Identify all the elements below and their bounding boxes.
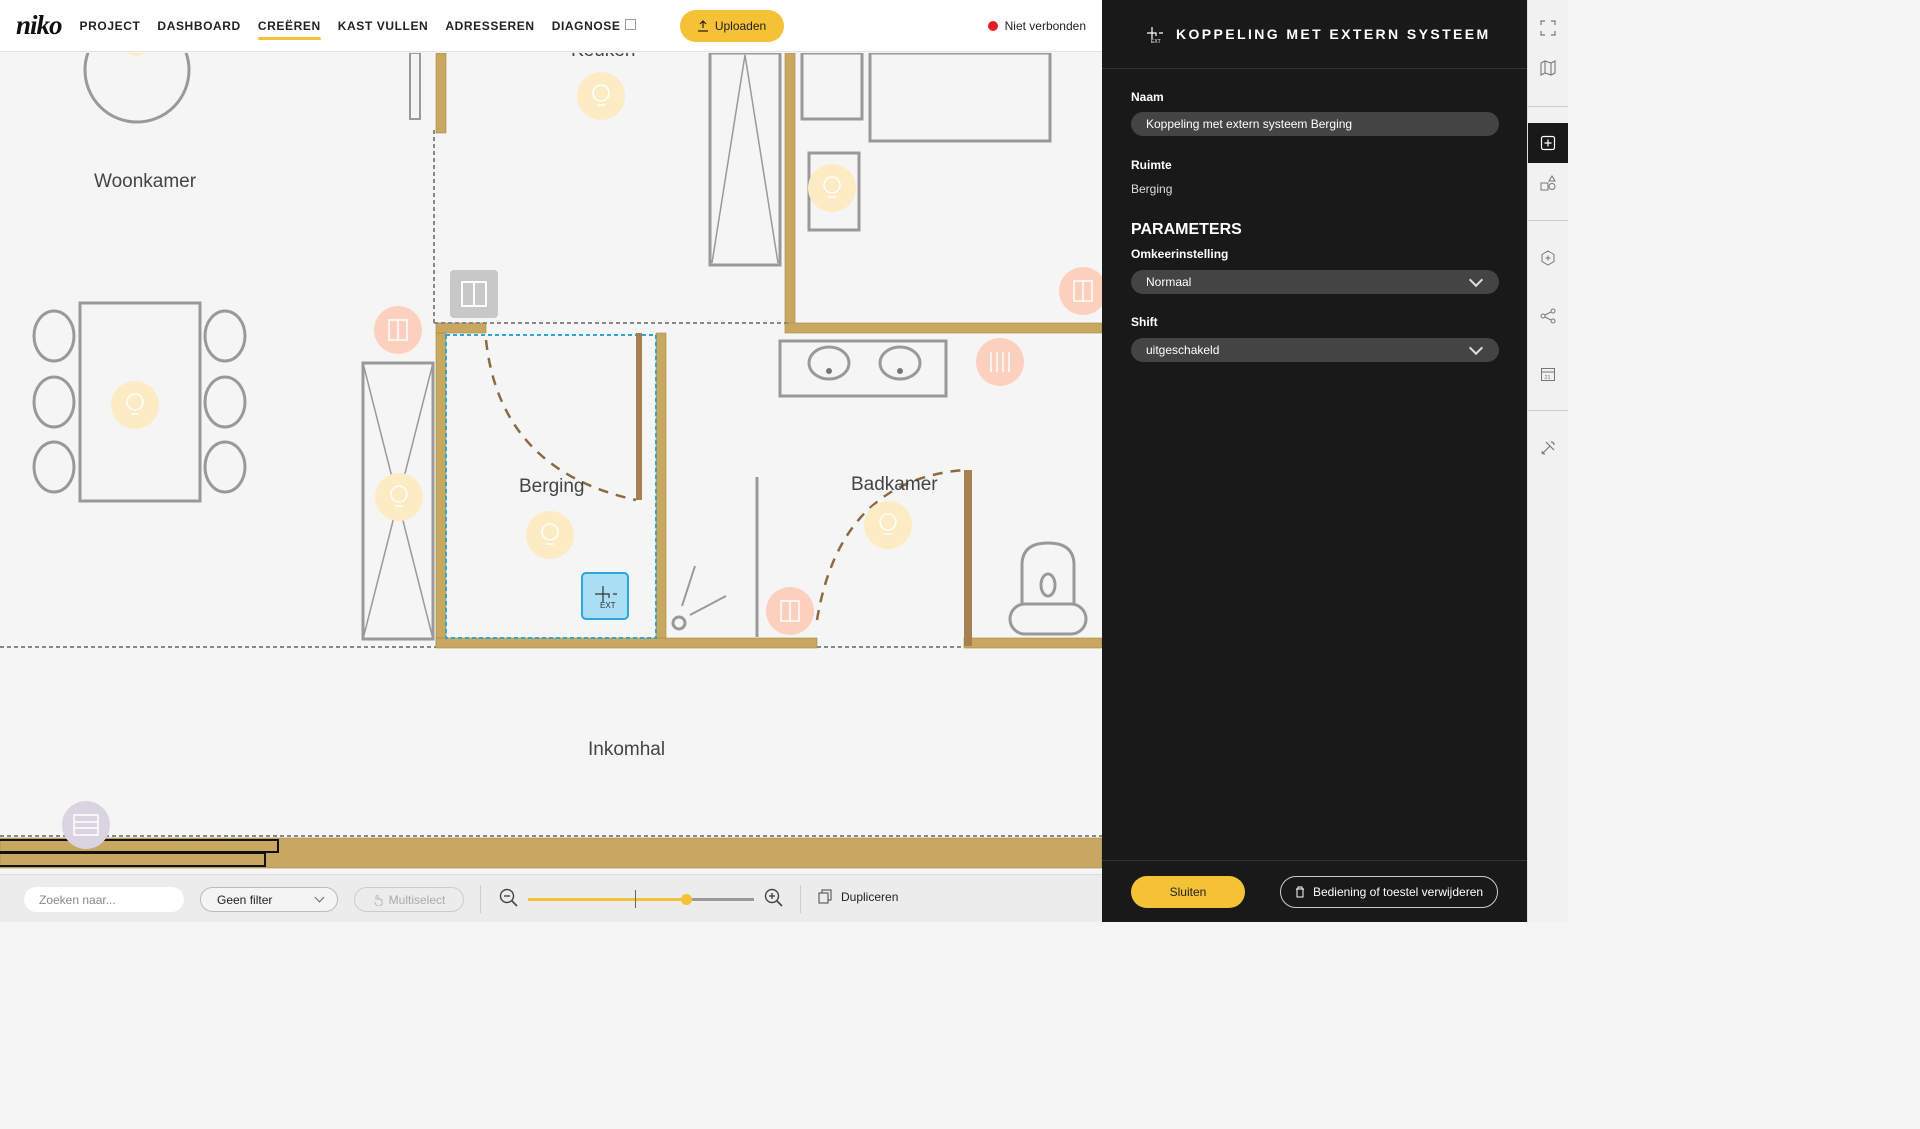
shapes-icon xyxy=(1540,175,1556,191)
shift-select[interactable]: uitgeschakeld xyxy=(1131,338,1499,362)
filter-dropdown[interactable]: Geen filter xyxy=(200,887,338,912)
room-label-woonkamer: Woonkamer xyxy=(94,171,197,192)
hand-pointer-icon xyxy=(374,894,383,906)
external-link-icon xyxy=(624,19,636,30)
room-label-berging: Berging xyxy=(519,476,585,497)
nav-project[interactable]: PROJECT xyxy=(80,0,141,52)
delete-device-button[interactable]: Bediening of toestel verwijderen xyxy=(1280,876,1498,908)
zoom-default-mark xyxy=(635,890,636,908)
panel-footer: Sluiten Bediening of toestel verwijderen xyxy=(1102,860,1527,923)
zoom-slider-fill xyxy=(528,898,687,901)
reverse-setting-label: Omkeerinstelling xyxy=(1131,247,1229,261)
reverse-setting-select[interactable]: Normaal xyxy=(1131,270,1499,294)
zoom-out-icon[interactable] xyxy=(499,888,519,908)
chevron-down-icon xyxy=(1468,340,1484,356)
expand-button[interactable] xyxy=(1528,8,1568,48)
panel-title: KOPPELING MET EXTERN SYSTEEM xyxy=(1176,26,1491,42)
room-value: Berging xyxy=(1131,182,1173,196)
nav-creeren[interactable]: CREËREN xyxy=(257,0,321,52)
map-icon xyxy=(1540,60,1556,76)
name-label: Naam xyxy=(1131,90,1164,104)
status-dot xyxy=(987,21,998,31)
zoom-in-icon[interactable] xyxy=(764,888,784,908)
divider xyxy=(800,885,801,913)
external-system-icon: EXT xyxy=(1147,27,1163,44)
shift-label: Shift xyxy=(1131,315,1158,329)
room-label-inkomhal: Inkomhal xyxy=(588,739,666,760)
shapes-button[interactable] xyxy=(1528,163,1568,203)
upload-icon xyxy=(697,19,708,32)
share-nodes-button[interactable] xyxy=(1528,296,1568,336)
calendar-button[interactable]: 21 xyxy=(1528,354,1568,394)
room-label: Ruimte xyxy=(1131,158,1172,172)
rail-divider xyxy=(1528,410,1568,411)
rail-divider xyxy=(1528,220,1568,221)
upload-button[interactable]: Uploaden xyxy=(679,9,784,42)
niko-logo: niko xyxy=(16,10,63,40)
nav-kast-vullen[interactable]: KAST VULLEN xyxy=(338,0,429,52)
room-label-keuken: Keuken xyxy=(571,53,635,62)
rail-divider xyxy=(1528,106,1568,107)
chevron-down-icon xyxy=(1468,272,1484,288)
share-nodes-icon xyxy=(1540,308,1556,324)
close-button[interactable]: Sluiten xyxy=(1131,876,1245,908)
svg-text:21: 21 xyxy=(1545,375,1551,381)
zoom-slider-thumb[interactable] xyxy=(681,894,693,905)
nav-adresseren[interactable]: ADRESSEREN xyxy=(445,0,534,52)
properties-panel: EXT KOPPELING MET EXTERN SYSTEEM Naam Ko… xyxy=(1102,0,1527,922)
side-rail: 21 xyxy=(1527,0,1568,922)
room-label-badkamer: Badkamer xyxy=(851,474,938,495)
external-system-icon xyxy=(595,586,617,602)
zoom-slider[interactable] xyxy=(528,890,754,908)
duplicate-button[interactable]: Dupliceren xyxy=(818,889,898,904)
chevron-down-icon xyxy=(314,892,325,903)
duplicate-icon xyxy=(818,889,832,904)
calendar-icon: 21 xyxy=(1541,368,1555,381)
add-device-icon xyxy=(1540,135,1556,151)
connection-status: Niet verbonden xyxy=(987,0,1086,52)
hexagon-plus-icon xyxy=(1541,250,1555,266)
nav-dashboard[interactable]: DASHBOARD xyxy=(157,0,240,52)
divider xyxy=(480,885,481,913)
tools-button[interactable] xyxy=(1528,428,1568,468)
nav-diagnose[interactable]: DIAGNOSE xyxy=(552,0,636,52)
tools-icon xyxy=(1541,441,1555,455)
floorplan-canvas[interactable]: Keuken Woonkamer Berging Badkamer Inkomh… xyxy=(0,53,1102,874)
name-field[interactable]: Koppeling met extern systeem Berging xyxy=(1131,112,1499,136)
panel-header: EXT KOPPELING MET EXTERN SYSTEEM xyxy=(1102,0,1527,69)
parameters-heading: PARAMETERS xyxy=(1131,221,1242,238)
trash-icon xyxy=(1295,886,1304,898)
map-button[interactable] xyxy=(1528,48,1568,88)
expand-icon xyxy=(1540,20,1556,36)
top-bar: niko PROJECT DASHBOARD CREËREN KAST VULL… xyxy=(0,0,1102,52)
multiselect-button[interactable]: Multiselect xyxy=(354,887,464,912)
hexagon-plus-button[interactable] xyxy=(1528,238,1568,278)
main-nav: PROJECT DASHBOARD CREËREN KAST VULLEN AD… xyxy=(80,0,636,52)
svg-text:EXT: EXT xyxy=(1151,39,1161,44)
ext-device-marker[interactable]: EXT xyxy=(581,572,629,620)
bottom-toolbar: Geen filter Multiselect Dupliceren xyxy=(0,874,1102,922)
search-input[interactable] xyxy=(24,887,184,912)
add-device-button[interactable] xyxy=(1528,123,1568,163)
